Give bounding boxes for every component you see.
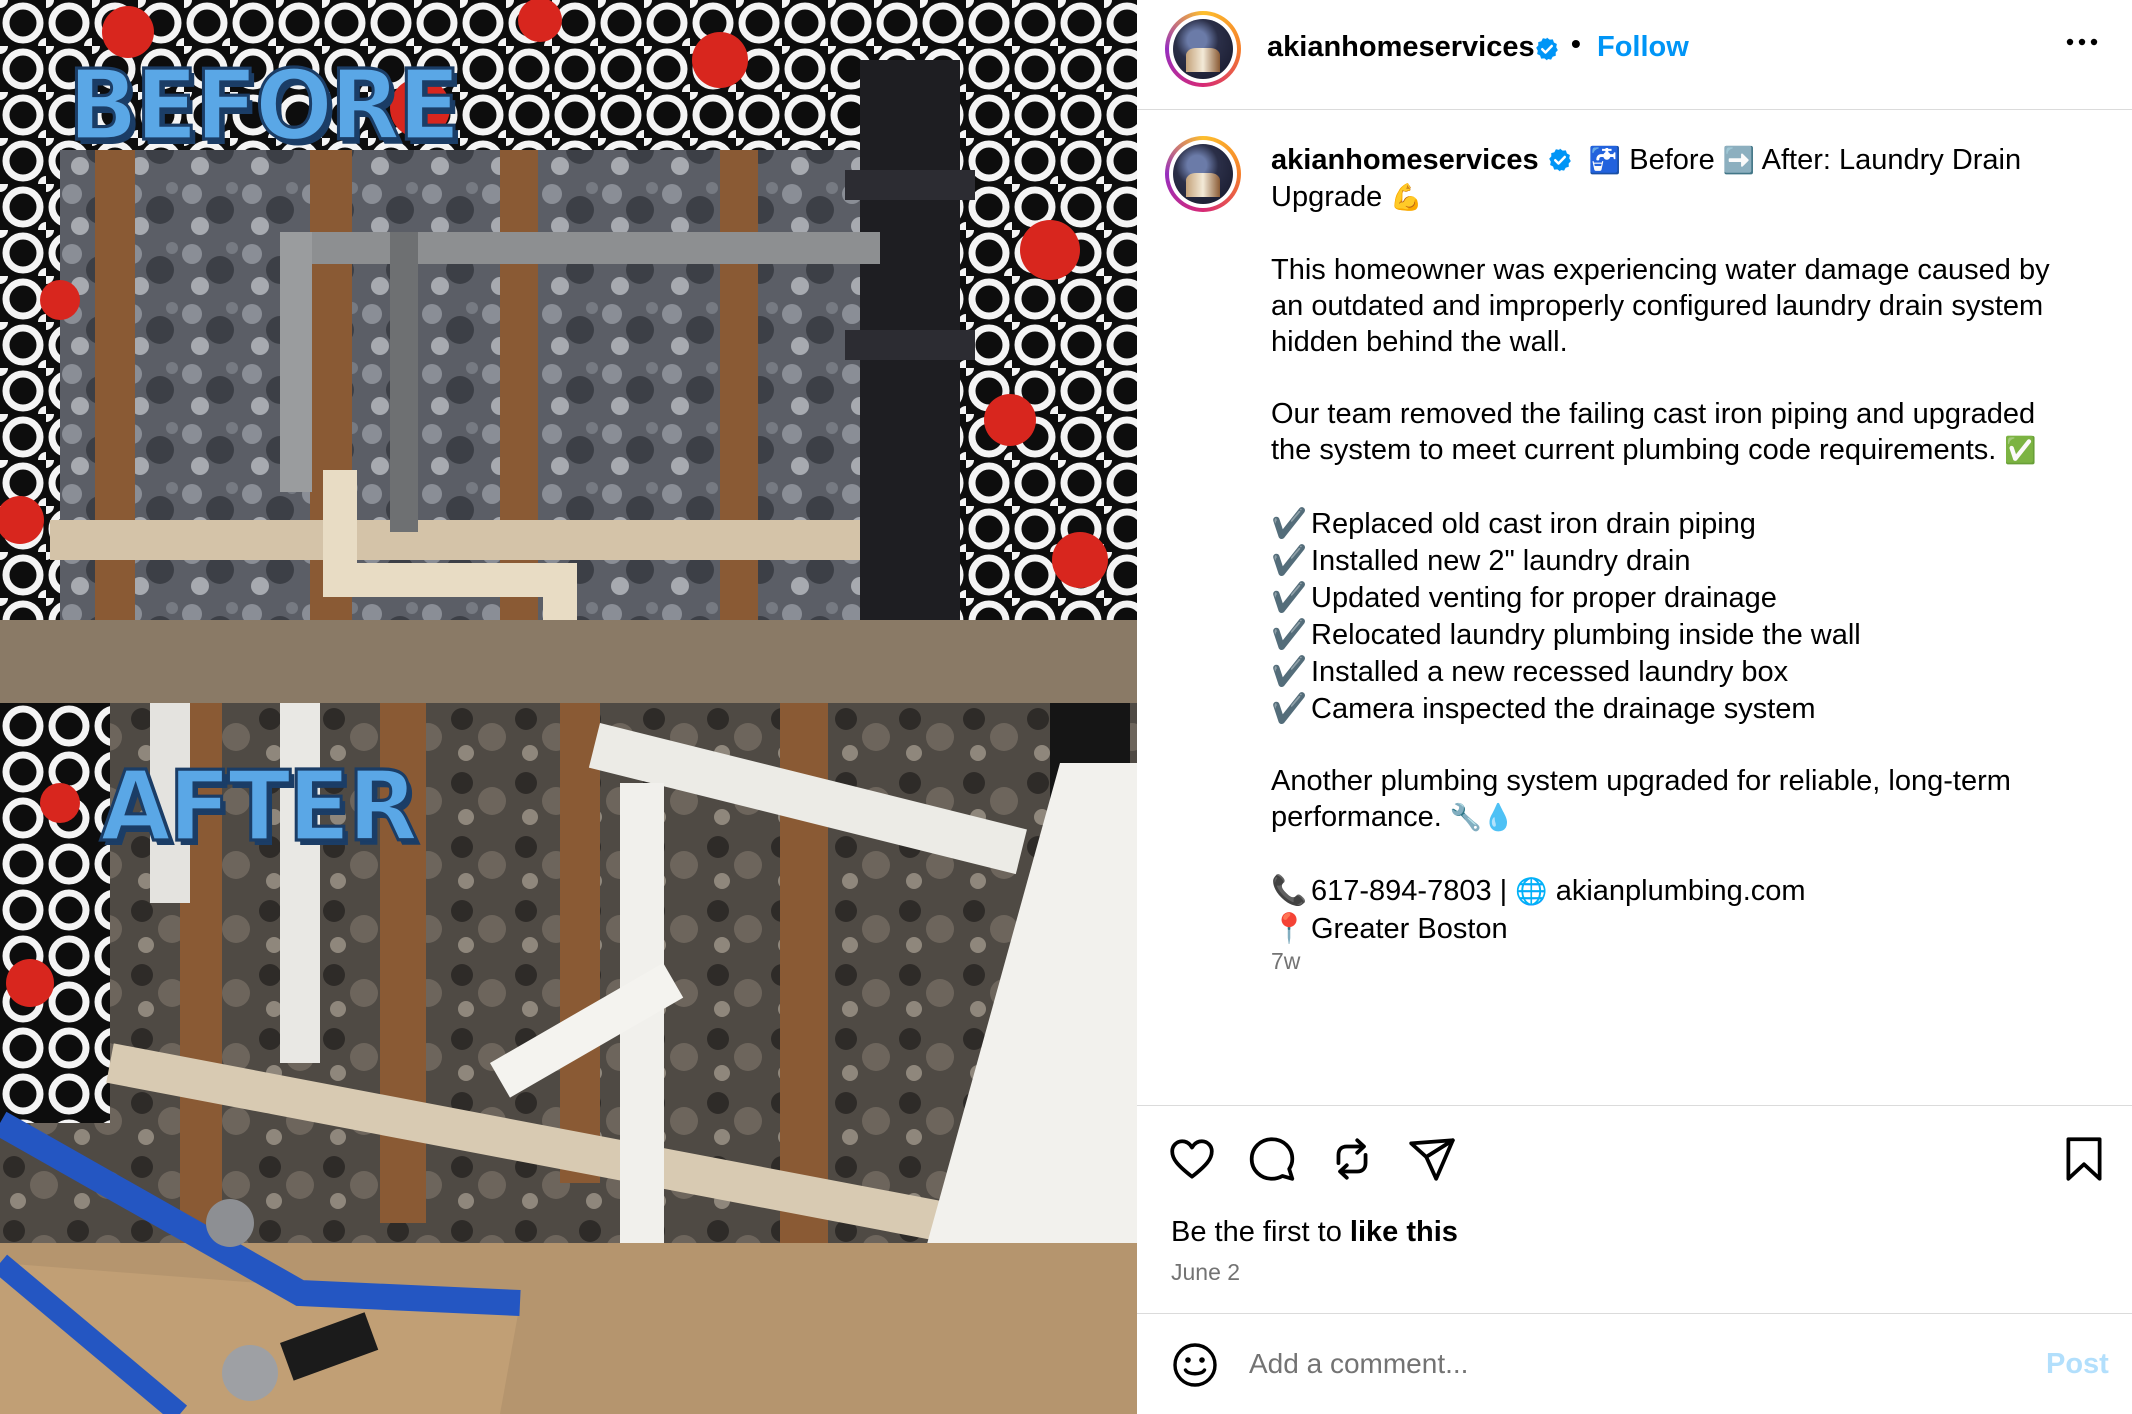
post-header: akianhomeservices • Follow [1137,0,2132,110]
checkmark-icon: ✔️ [1271,617,1308,651]
checkmark-icon: ✔️ [1271,691,1308,725]
caption-before-text: Before [1629,144,1715,176]
checkmark-icon: ✔️ [1271,543,1308,577]
checklist-item: ✔️ Replaced old cast iron drain piping [1271,505,2071,542]
globe-emoji-icon: 🌐 [1515,877,1548,907]
emoji-picker-icon[interactable] [1171,1341,1219,1389]
contact-phone: 617-894-7803 | [1311,875,1508,907]
caption-closing-line: performance. 🔧💧 [1271,799,2071,836]
caption-avatar[interactable] [1165,136,1241,212]
post-date[interactable]: June 2 [1171,1259,1240,1286]
follow-button[interactable]: Follow [1597,31,1689,64]
after-label: AFTER [99,748,420,865]
checklist-text: Relocated laundry plumbing inside the wa… [1311,619,1861,651]
share-icon[interactable] [1407,1134,1457,1184]
repost-icon[interactable] [1327,1134,1377,1184]
post-caption: akianhomeservices 🚰 Before ➡️ After: Lau… [1271,142,2071,947]
caption-username[interactable]: akianhomeservices [1271,144,1539,176]
post-comment-button[interactable]: Post [2046,1348,2109,1381]
verified-badge-icon [1536,37,1558,61]
checklist-item: ✔️ Installed a new recessed laundry box [1271,653,2071,690]
caption-closing-line: Another plumbing system upgraded for rel… [1271,765,2011,797]
checklist-item: ✔️ Updated venting for proper drainage [1271,579,2071,616]
contact-line: 📍 Greater Boston [1271,910,2071,947]
header-separator: • [1571,28,1581,59]
after-photo: AFTER [0,703,1137,1414]
contact-line: 📞 617-894-7803 | 🌐 akianplumbing.com [1271,872,2071,910]
checklist-text: Installed a new recessed laundry box [1311,656,1789,688]
contact-website: akianplumbing.com [1555,875,1806,907]
post-details: akianhomeservices • Follow akianhomeserv… [1137,0,2132,1414]
bookmark-icon[interactable] [2059,1134,2109,1184]
checklist-item: ✔️ Installed new 2" laundry drain [1271,542,2071,579]
checklist-item: ✔️ Camera inspected the drainage system [1271,690,2071,727]
pin-emoji-icon: 📍 [1271,911,1308,945]
comment-icon[interactable] [1247,1134,1297,1184]
caption-title-line: akianhomeservices 🚰 Before ➡️ After: Lau… [1271,142,2071,179]
more-options-icon[interactable] [2062,22,2102,62]
caption-after-text: After: Laundry Drain [1761,144,2022,176]
header-username[interactable]: akianhomeservices [1267,31,1535,64]
droplet-emoji-icon: 💧 [1482,803,1515,833]
heart-icon[interactable] [1167,1134,1217,1184]
like-this-link[interactable]: like this [1350,1216,1458,1248]
post-actions: Be the first to like this June 2 [1137,1105,2132,1315]
caption-paragraph-text: the system to meet current plumbing code… [1271,434,1997,466]
verified-badge-icon [1548,148,1571,172]
caption-title-line-2: Upgrade 💪 [1271,179,2071,216]
before-photo: BEFORE [0,0,1137,703]
checklist-text: Camera inspected the drainage system [1311,693,1816,725]
checkmark-icon: ✔️ [1271,580,1308,614]
wrench-emoji-icon: 🔧 [1449,803,1483,833]
caption-paragraph-line: an outdated and improperly configured la… [1271,290,2044,322]
caption-paragraph-line: This homeowner was experiencing water da… [1271,254,2050,286]
faucet-emoji-icon: 🚰 [1588,146,1622,176]
caption-closing-text: performance. [1271,801,1442,833]
phone-emoji-icon: 📞 [1271,873,1308,907]
check-emoji-icon: ✅ [2004,436,2037,466]
muscle-emoji-icon: 💪 [1390,183,1423,213]
caption-paragraph-line: hidden behind the wall. [1271,326,1568,358]
post-media[interactable]: BEFORE AFTER [0,0,1137,1414]
post-age[interactable]: 7w [1271,948,1300,975]
likes-prefix: Be the first to [1171,1216,1342,1248]
comment-input[interactable] [1249,1336,1889,1392]
caption-paragraph-line: Our team removed the failing cast iron p… [1271,398,2036,430]
checklist-text: Updated venting for proper drainage [1311,582,1777,614]
caption-upgrade-text: Upgrade [1271,181,1383,213]
checkmark-icon: ✔️ [1271,506,1308,540]
before-label: BEFORE [67,47,463,164]
checklist-item: ✔️ Relocated laundry plumbing inside the … [1271,616,2071,653]
checklist-text: Installed new 2" laundry drain [1311,545,1691,577]
comment-bar: Post [1137,1313,2132,1414]
checkmark-icon: ✔️ [1271,654,1308,688]
profile-avatar[interactable] [1165,11,1241,87]
caption-paragraph-line: the system to meet current plumbing code… [1271,432,2071,469]
likes-summary: Be the first to like this [1171,1216,1458,1249]
contact-location: Greater Boston [1311,913,1508,945]
checklist-text: Replaced old cast iron drain piping [1311,508,1756,540]
arrow-emoji-icon: ➡️ [1722,146,1756,176]
